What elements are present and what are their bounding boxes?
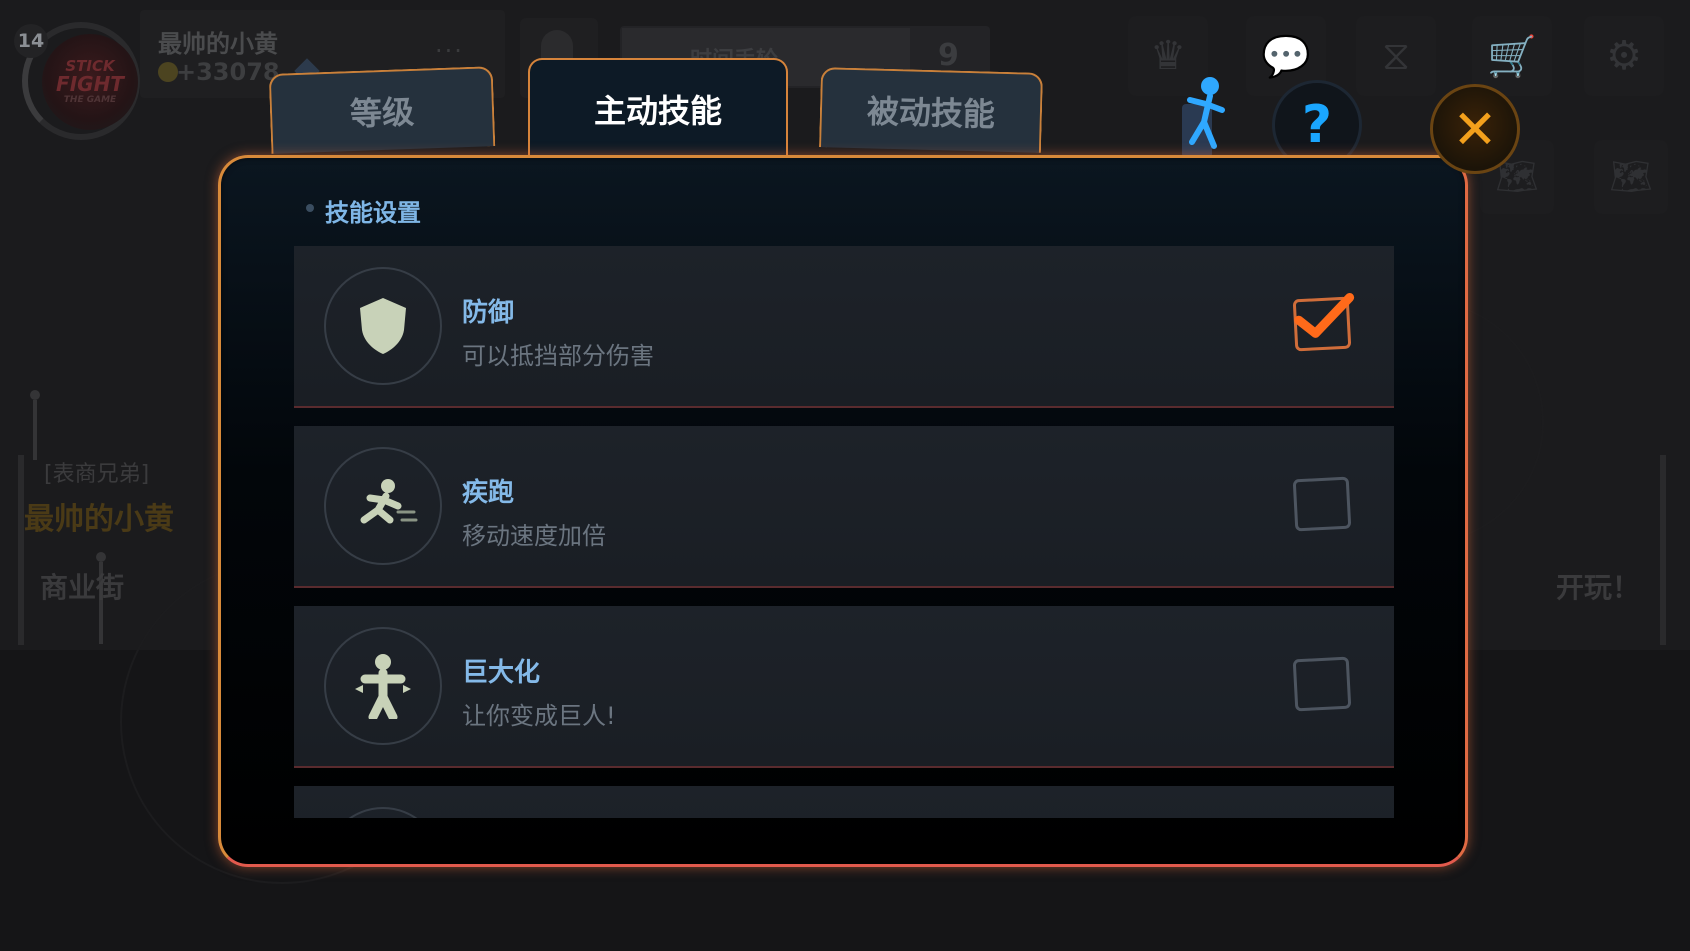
play-label[interactable]: 开玩！ xyxy=(1556,566,1640,606)
checkmark-icon xyxy=(1294,293,1355,338)
tab-level[interactable]: 等级 xyxy=(268,66,496,154)
level-badge: 14 xyxy=(14,24,48,58)
game-logo[interactable]: STICK FIGHT THE GAME xyxy=(42,34,138,130)
left-pole xyxy=(18,455,24,645)
tab-active-skills[interactable]: 主动技能 xyxy=(528,58,788,158)
skill-icon-frame xyxy=(324,267,442,385)
mascot-stickman-icon xyxy=(1182,77,1225,158)
dna-icon[interactable]: ⧖ xyxy=(1356,16,1436,96)
player-name: 最帅的小黄 xyxy=(158,30,278,58)
skill-row-giant[interactable]: 巨大化 让你变成巨人! xyxy=(294,606,1394,768)
coin-icon xyxy=(158,62,178,82)
more-options-button[interactable]: ... xyxy=(435,30,464,58)
skill-description: 让你变成巨人! xyxy=(462,702,616,730)
skill-name: 疾跑 xyxy=(462,478,515,508)
skill-list[interactable]: 防御 可以抵挡部分伤害 疾跑 移动速度加倍 巨大化 让你变成巨人! xyxy=(294,246,1394,818)
stickman-head xyxy=(30,390,40,400)
skill-description: 可以抵挡部分伤害 xyxy=(462,342,654,370)
close-icon: ✕ xyxy=(1452,97,1498,161)
question-mark-icon: ? xyxy=(1301,95,1333,155)
sprint-icon xyxy=(360,479,418,524)
guild-tag: [表商兄弟] xyxy=(44,462,150,487)
skill-name: 巨大化 xyxy=(462,658,541,688)
stickman-body xyxy=(33,400,37,460)
shield-icon xyxy=(360,298,406,354)
logo-text: THE GAME xyxy=(63,95,117,105)
settings-gear-icon[interactable]: ⚙ xyxy=(1584,16,1664,96)
giant-icon xyxy=(355,654,411,719)
skill-row-defense[interactable]: 防御 可以抵挡部分伤害 xyxy=(294,246,1394,408)
section-bullet-icon xyxy=(306,204,314,212)
section-title: 技能设置 xyxy=(325,199,421,227)
tab-passive-skills[interactable]: 被动技能 xyxy=(818,67,1044,153)
right-pole xyxy=(1660,455,1666,645)
skill-row-sprint[interactable]: 疾跑 移动速度加倍 xyxy=(294,426,1394,588)
skill-description: 移动速度加倍 xyxy=(462,522,606,550)
npc-player-name: 最帅的小黄 xyxy=(24,502,174,537)
skill-icon-frame xyxy=(324,627,442,745)
street-label[interactable]: 商业街 xyxy=(40,566,124,606)
stickman-head xyxy=(96,552,106,562)
skill-icon-frame xyxy=(324,807,442,818)
skill-row-partial[interactable] xyxy=(294,786,1394,818)
map-icon[interactable]: 🗺 xyxy=(1594,140,1668,214)
event-count: 9 xyxy=(938,38,959,73)
skill-name: 防御 xyxy=(462,298,515,328)
coin-count: +33078 xyxy=(176,58,280,86)
skill-toggle-checkbox[interactable] xyxy=(1292,656,1352,712)
logo-text: FIGHT xyxy=(56,72,124,96)
close-button[interactable]: ✕ xyxy=(1430,84,1520,174)
skill-icon-frame xyxy=(324,447,442,565)
skill-toggle-checkbox[interactable] xyxy=(1292,293,1355,352)
skill-toggle-checkbox[interactable] xyxy=(1292,476,1352,532)
